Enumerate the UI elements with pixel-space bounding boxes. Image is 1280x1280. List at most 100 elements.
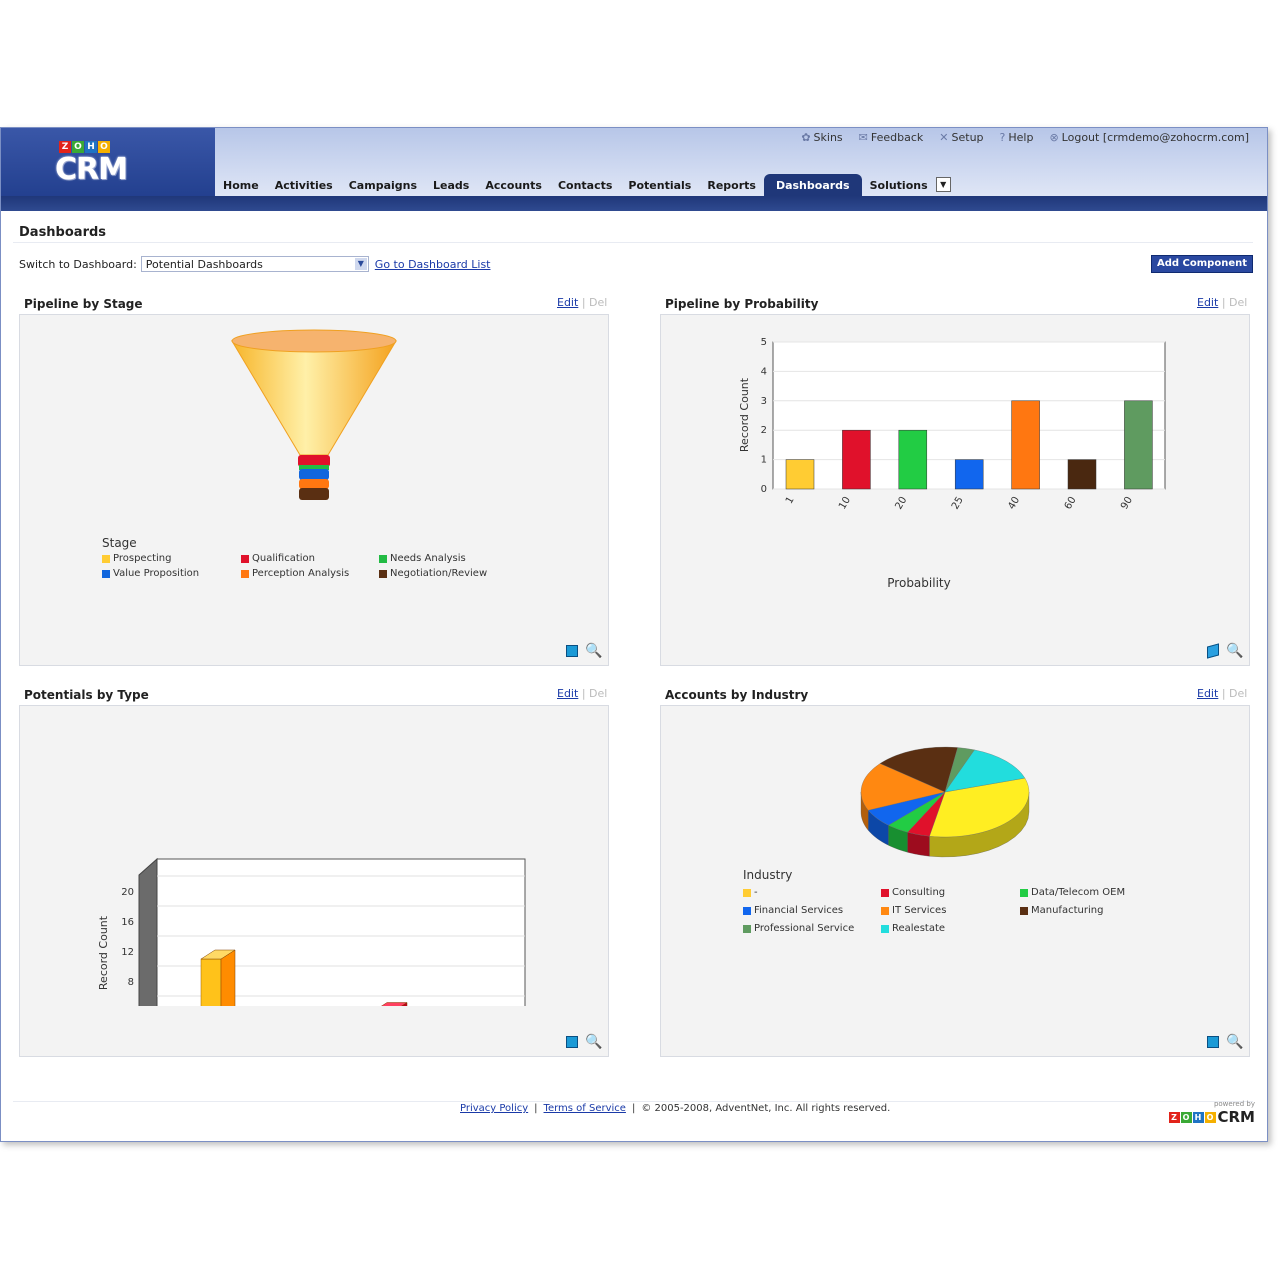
legend-title: Industry: [743, 868, 793, 882]
logo-area[interactable]: ZOHO CRM: [1, 128, 215, 196]
app-window: ZOHO CRM ✿ Skins ✉ Feedback ✕ Setup ? Help ⊗…: [0, 127, 1268, 1142]
funnel-top-rim: [231, 329, 397, 353]
panel-title: Pipeline by Stage: [24, 297, 143, 311]
skins-icon: ✿: [801, 131, 811, 144]
x-tick-label: 90: [1119, 495, 1135, 512]
chart-type-button[interactable]: [564, 1034, 580, 1050]
bar-side: [220, 949, 236, 1006]
potentials-by-type-panel: 048121620-New BusinessTypeRecord Count 🔍: [19, 705, 609, 1057]
legend-item: IT Services: [881, 905, 946, 916]
delete-link[interactable]: Del: [1229, 296, 1247, 309]
y-tick-label: 2: [761, 425, 767, 436]
bar: [1067, 459, 1097, 490]
title-divider: [13, 242, 1253, 243]
y-tick-label: 0: [761, 484, 767, 495]
zoho-crm-logo: Z O H O CRM: [1168, 1108, 1256, 1126]
tab-potentials[interactable]: Potentials: [620, 174, 699, 196]
plot-side-wall: [138, 857, 158, 1006]
x-tick-label: 10: [837, 495, 853, 512]
zoom-button[interactable]: 🔍: [585, 1034, 602, 1050]
chart-type-button[interactable]: [564, 643, 580, 659]
separator: |: [534, 1103, 538, 1114]
skins-link[interactable]: ✿ Skins: [801, 131, 842, 144]
chart-type-icon: [1207, 1036, 1219, 1048]
tab-leads[interactable]: Leads: [425, 174, 477, 196]
legend-label: Qualification: [252, 553, 315, 564]
legend-label: Realestate: [892, 923, 946, 934]
delete-link[interactable]: Del: [1229, 687, 1247, 700]
tab-contacts[interactable]: Contacts: [550, 174, 620, 196]
setup-link[interactable]: ✕ Setup: [939, 131, 983, 144]
delete-link[interactable]: Del: [589, 687, 607, 700]
edit-link[interactable]: Edit: [1197, 296, 1218, 309]
edit-link[interactable]: Edit: [1197, 687, 1218, 700]
more-tabs-dropdown-icon[interactable]: ▼: [935, 177, 951, 192]
edit-link[interactable]: Edit: [557, 687, 578, 700]
separator: |: [581, 687, 586, 700]
help-link[interactable]: ? Help: [1000, 131, 1034, 144]
tools-icon: ✕: [939, 131, 949, 144]
crm-wordmark: CRM: [1217, 1108, 1256, 1126]
y-axis-label: Record Count: [97, 915, 110, 990]
tab-campaigns[interactable]: Campaigns: [341, 174, 425, 196]
panel-title: Pipeline by Probability: [665, 297, 819, 311]
chevron-down-icon: ▼: [354, 258, 367, 270]
logout-link[interactable]: ⊗ Logout [crmdemo@zohocrm.com]: [1049, 131, 1249, 144]
logout-icon: ⊗: [1049, 131, 1059, 144]
tab-solutions[interactable]: Solutions: [862, 174, 936, 196]
legend-item: Perception Analysis: [241, 568, 349, 579]
bar: [954, 459, 984, 490]
edit-link[interactable]: Edit: [557, 296, 578, 309]
probability-bar-chart: 0 1 2 3 4 5 1 10 20 25 40 60 90 Probability Record Cou…: [738, 337, 1166, 590]
x-tick-label: 20: [894, 495, 910, 512]
chart-type-icon: [566, 1036, 578, 1048]
magnifier-icon: 🔍: [585, 643, 603, 659]
legend-label: Value Proposition: [113, 568, 200, 579]
accounts-by-industry-panel: Industry - Consulting Data/Telecom OEM F…: [660, 705, 1250, 1057]
panel-actions: Edit | Del: [1197, 296, 1247, 309]
go-to-dashboard-list-link[interactable]: Go to Dashboard List: [375, 258, 491, 271]
tab-dashboards[interactable]: Dashboards: [763, 174, 862, 196]
legend-item: Data/Telecom OEM: [1020, 887, 1125, 898]
funnel-segment-perception-analysis: [299, 479, 329, 489]
tab-activities[interactable]: Activities: [267, 174, 341, 196]
chart-controls: 🔍: [564, 643, 603, 659]
zoom-button[interactable]: 🔍: [1226, 1034, 1243, 1050]
top-links: ✿ Skins ✉ Feedback ✕ Setup ? Help ⊗ Logout [c…: [801, 131, 1249, 144]
panel-title: Potentials by Type: [24, 688, 149, 702]
x-tick-label: 1: [784, 495, 797, 506]
tab-accounts[interactable]: Accounts: [477, 174, 550, 196]
chart-type-button[interactable]: [1205, 643, 1221, 659]
zoom-button[interactable]: 🔍: [1226, 643, 1244, 659]
type-3d-bar-chart: 048121620-New BusinessTypeRecord Count: [97, 857, 526, 1006]
legend-label: Financial Services: [754, 905, 844, 916]
delete-link[interactable]: Del: [589, 296, 607, 309]
chart-type-button[interactable]: [1205, 1034, 1221, 1050]
legend-label: Perception Analysis: [252, 568, 350, 579]
bar: [1011, 400, 1040, 490]
powered-by-text: powered by: [1213, 1100, 1255, 1108]
feedback-link[interactable]: ✉ Feedback: [859, 131, 924, 144]
bar: [1124, 400, 1153, 490]
terms-of-service-link[interactable]: Terms of Service: [544, 1103, 626, 1114]
page-title: Dashboards: [19, 225, 107, 240]
legend-label: Consulting: [892, 887, 946, 898]
panel-title: Accounts by Industry: [665, 688, 809, 702]
privacy-policy-link[interactable]: Privacy Policy: [460, 1103, 528, 1114]
x-tick-label: 40: [1006, 495, 1022, 512]
add-component-button[interactable]: Add Component: [1151, 255, 1253, 273]
legend-label: Negotiation/Review: [390, 568, 488, 579]
zoom-button[interactable]: 🔍: [585, 643, 603, 659]
chart-controls: 🔍: [1205, 1034, 1244, 1050]
tab-home[interactable]: Home: [215, 174, 267, 196]
pipeline-by-stage-panel: Stage Prospecting Qualification Needs An…: [19, 314, 609, 666]
panel-actions: Edit | Del: [1197, 687, 1247, 700]
legend-label: Data/Telecom OEM: [1031, 887, 1126, 898]
x-tick-label: 60: [1063, 495, 1079, 512]
dashboard-select[interactable]: Potential Dashboards ▼: [140, 256, 369, 272]
magnifier-icon: 🔍: [1226, 643, 1244, 659]
x-tick-label: 25: [950, 495, 966, 512]
tab-reports[interactable]: Reports: [699, 174, 764, 196]
main-nav: Home Activities Campaigns Leads Accounts…: [215, 172, 955, 196]
separator: |: [631, 1103, 636, 1114]
